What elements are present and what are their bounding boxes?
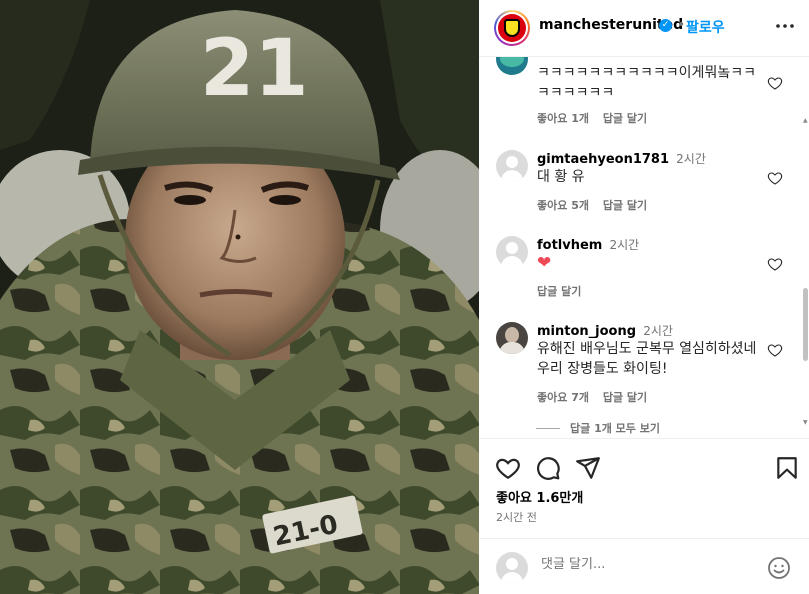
reply-link[interactable]: 답글 달기 [603,391,647,404]
comment-like-heart-icon[interactable] [767,170,783,186]
comment-like-heart-icon[interactable] [767,342,783,358]
post-timestamp[interactable]: 2시간 전 [496,509,537,525]
current-user-avatar [496,552,528,584]
commenter-avatar[interactable] [496,150,528,182]
like-heart-icon[interactable] [495,455,521,481]
scroll-down-arrow-icon[interactable]: ▼ [803,419,808,426]
commenter-username[interactable]: fotlvhem [537,238,602,253]
comment-item: gimtaehyeon1781 2시간 대 황 유 좋아요 5개 답글 달기 [496,150,796,220]
comment-like-heart-icon[interactable] [767,75,783,91]
comment-header: fotlvhem 2시간 [537,236,639,253]
comment-time[interactable]: 2시간 [643,324,673,338]
post-actions: 좋아요 1.6만개 2시간 전 [479,438,809,538]
likes-count[interactable]: 좋아요 1.6만개 [496,487,583,506]
post-header: manchesterunited ✓ • 팔로우 [479,0,809,57]
replies-divider [536,427,560,429]
comment-likes[interactable]: 좋아요 1개 [537,112,589,125]
comment-header: gimtaehyeon1781 2시간 [537,150,706,167]
comment-icon[interactable] [535,455,561,481]
comment-text: 유해진 배우님도 군복무 열심히하셨네 우리 장병들도 화이팅! [537,341,757,377]
comments-scrollbar[interactable] [803,288,808,361]
comment-like-heart-icon[interactable] [767,256,783,272]
comment-text: 대 황 유 [537,169,585,185]
comment-item: ㅋㅋㅋㅋㅋㅋㅋㅋㅋㅋㅋ이게뭐놐ㅋㅋㅋㅋㅋㅋㅋㅋ 좋아요 1개 답글 달기 [496,57,796,133]
view-replies-button[interactable]: 답글 1개 모두 보기 [536,420,660,436]
scroll-up-arrow-icon[interactable]: ▲ [803,117,808,124]
comment-likes[interactable]: 좋아요 7개 [537,391,589,404]
comment-item: minton_joong 2시간 유해진 배우님도 군복무 열심히하셨네 우리 … [496,322,796,417]
comment-text: ❤ [537,253,552,273]
comment-meta: 좋아요 7개 답글 달기 [537,389,657,405]
post-photo: 21 21-0 [0,0,479,594]
view-replies-label: 답글 1개 모두 보기 [570,422,660,435]
club-crest-icon [498,14,526,42]
comment-time[interactable]: 2시간 [676,152,706,166]
separator-dot: • [677,17,686,33]
comment-meta: 답글 달기 [537,283,591,299]
reply-link[interactable]: 답글 달기 [603,112,647,125]
soldier-photo: 21 21-0 [0,0,479,594]
emoji-icon[interactable] [767,556,791,580]
helmet-number: 21 [200,24,309,114]
commenter-username[interactable]: gimtaehyeon1781 [537,152,669,167]
comment-header: minton_joong 2시간 [537,322,673,339]
account-avatar[interactable] [494,10,530,46]
verified-badge-icon: ✓ [659,19,672,32]
post-detail-panel: manchesterunited ✓ • 팔로우 ㅋㅋㅋㅋㅋㅋㅋㅋㅋㅋㅋ이게뭐놐… [479,0,809,594]
comment-input[interactable] [541,557,741,572]
comment-likes[interactable]: 좋아요 5개 [537,199,589,212]
comment-meta: 좋아요 1개 답글 달기 [537,110,657,126]
reply-link[interactable]: 답글 달기 [537,285,581,298]
comment-text: ㅋㅋㅋㅋㅋㅋㅋㅋㅋㅋㅋ이게뭐놐ㅋㅋㅋㅋㅋㅋㅋㅋ [537,65,756,101]
commenter-avatar[interactable] [496,322,528,354]
comment-item: fotlvhem 2시간 ❤ 답글 달기 [496,236,796,306]
comment-meta: 좋아요 5개 답글 달기 [537,197,657,213]
follow-button[interactable]: 팔로우 [686,17,725,37]
share-icon[interactable] [575,455,601,481]
commenter-username[interactable]: minton_joong [537,324,636,339]
add-comment-bar [479,538,809,594]
commenter-avatar[interactable] [496,57,528,75]
bookmark-icon[interactable] [774,455,800,481]
reply-link[interactable]: 답글 달기 [603,199,647,212]
comments-list[interactable]: ㅋㅋㅋㅋㅋㅋㅋㅋㅋㅋㅋ이게뭐놐ㅋㅋㅋㅋㅋㅋㅋㅋ 좋아요 1개 답글 달기 gim… [479,57,809,438]
comment-time[interactable]: 2시간 [610,238,640,252]
commenter-avatar[interactable] [496,236,528,268]
more-horizontal-icon[interactable] [773,14,797,38]
